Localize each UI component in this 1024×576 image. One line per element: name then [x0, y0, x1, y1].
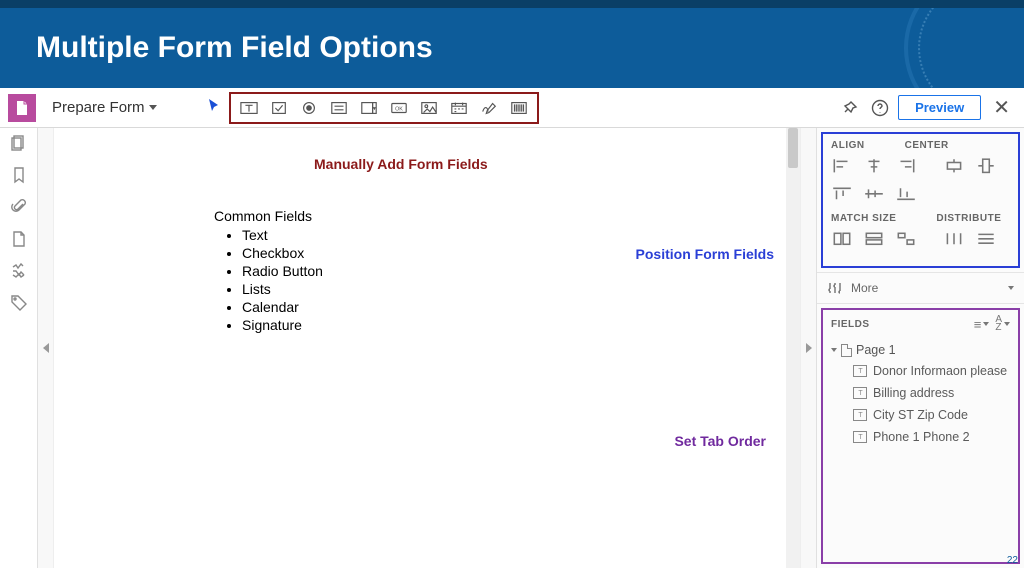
align-bottom-icon[interactable]	[895, 185, 917, 203]
doc-item: Lists	[242, 280, 323, 298]
doc-item: Text	[242, 226, 323, 244]
checkbox-tool[interactable]	[265, 96, 293, 120]
thumbnails-icon[interactable]	[10, 134, 28, 152]
text-field-tool[interactable]	[235, 96, 263, 120]
file-tab[interactable]	[8, 94, 36, 122]
attachment-icon[interactable]	[10, 198, 28, 216]
prepare-form-label: Prepare Form	[52, 99, 145, 116]
align-center-h-icon[interactable]	[863, 157, 885, 175]
help-icon[interactable]	[868, 96, 892, 120]
align-title: ALIGN	[831, 140, 865, 151]
barcode-tool[interactable]	[505, 96, 533, 120]
text-field-glyph-icon: T	[853, 365, 867, 377]
chevron-right-icon	[806, 343, 812, 353]
field-tools-group: OK	[229, 92, 539, 124]
document-canvas[interactable]: Manually Add Form Fields Position Form F…	[54, 128, 786, 568]
page-glyph-icon	[841, 344, 852, 357]
align-left-icon[interactable]	[831, 157, 853, 175]
bookmark-icon[interactable]	[10, 166, 28, 184]
tree-field-row[interactable]: TPhone 1 Phone 2	[831, 426, 1014, 448]
sort-order-button[interactable]: ≡	[974, 317, 990, 332]
match-both-icon[interactable]	[895, 230, 917, 248]
seal-decoration	[904, 8, 1024, 88]
image-field-tool[interactable]	[415, 96, 443, 120]
collapse-icon	[831, 348, 837, 352]
dropdown-tool[interactable]	[355, 96, 383, 120]
toolbar: Prepare Form OK Preview ✕	[0, 88, 1024, 128]
align-top-icon[interactable]	[831, 185, 853, 203]
align-section: ALIGN CENTER MATCH SIZE	[821, 132, 1020, 268]
center-v-icon[interactable]	[975, 157, 997, 175]
prepare-form-dropdown[interactable]: Prepare Form	[42, 99, 167, 116]
fields-tree: Page 1 TDonor Informaon please TBilling …	[823, 338, 1018, 454]
annotation-manual-add: Manually Add Form Fields	[314, 156, 488, 172]
gutter-left[interactable]	[38, 128, 54, 568]
slide-header: Multiple Form Field Options	[0, 8, 1024, 88]
text-field-glyph-icon: T	[853, 387, 867, 399]
align-right-icon[interactable]	[895, 157, 917, 175]
text-field-glyph-icon: T	[853, 431, 867, 443]
align-middle-icon[interactable]	[863, 185, 885, 203]
distribute-v-icon[interactable]	[975, 230, 997, 248]
annotation-tab-order: Set Tab Order	[674, 433, 766, 449]
page-number: 22	[1007, 555, 1018, 566]
doc-text: Common Fields Text Checkbox Radio Button…	[214, 208, 323, 334]
close-panel-button[interactable]: ✕	[987, 95, 1016, 120]
match-size-title: MATCH SIZE	[831, 213, 896, 224]
fields-section: FIELDS ≡ AZ Page 1 TDonor Informaon plea…	[821, 308, 1020, 564]
page-icon[interactable]	[10, 230, 28, 248]
text-field-glyph-icon: T	[853, 409, 867, 421]
slide-title: Multiple Form Field Options	[36, 31, 433, 65]
doc-item: Calendar	[242, 298, 323, 316]
canvas-area: Manually Add Form Fields Position Form F…	[38, 128, 816, 568]
svg-text:OK: OK	[395, 106, 403, 112]
tag-icon[interactable]	[10, 294, 28, 312]
tools-icon	[827, 281, 843, 295]
page-label: Page 1	[856, 343, 896, 357]
scroll-thumb[interactable]	[788, 128, 798, 168]
chevron-down-icon	[1008, 286, 1014, 290]
annotation-position: Position Form Fields	[636, 246, 774, 262]
center-h-icon[interactable]	[943, 157, 965, 175]
signature-tool[interactable]	[475, 96, 503, 120]
accessibility-icon[interactable]	[10, 262, 28, 280]
caret-down-icon	[149, 105, 157, 110]
tree-page-row[interactable]: Page 1	[831, 340, 1014, 360]
distribute-title: DISTRIBUTE	[936, 213, 1001, 224]
doc-item: Signature	[242, 316, 323, 334]
list-tool[interactable]	[325, 96, 353, 120]
chevron-left-icon	[43, 343, 49, 353]
doc-heading: Common Fields	[214, 208, 323, 224]
tree-field-row[interactable]: TDonor Informaon please	[831, 360, 1014, 382]
scrollbar[interactable]	[786, 128, 800, 568]
left-rail	[0, 128, 38, 568]
doc-item: Checkbox	[242, 244, 323, 262]
doc-item: Radio Button	[242, 262, 323, 280]
match-height-icon[interactable]	[863, 230, 885, 248]
gutter-right[interactable]	[800, 128, 816, 568]
more-label: More	[851, 281, 878, 295]
sort-az-button[interactable]: AZ	[995, 316, 1010, 332]
button-tool[interactable]: OK	[385, 96, 413, 120]
right-panel: ALIGN CENTER MATCH SIZE	[816, 128, 1024, 568]
fields-title: FIELDS	[831, 319, 968, 330]
tree-field-row[interactable]: TCity ST Zip Code	[831, 404, 1014, 426]
match-width-icon[interactable]	[831, 230, 853, 248]
radio-tool[interactable]	[295, 96, 323, 120]
distribute-h-icon[interactable]	[943, 230, 965, 248]
pin-icon[interactable]	[838, 96, 862, 120]
more-dropdown[interactable]: More	[817, 272, 1024, 304]
date-field-tool[interactable]	[445, 96, 473, 120]
preview-button[interactable]: Preview	[898, 95, 981, 120]
app-window: Prepare Form OK Preview ✕	[0, 88, 1024, 568]
center-title: CENTER	[905, 140, 949, 151]
tree-field-row[interactable]: TBilling address	[831, 382, 1014, 404]
pointer-tool[interactable]	[207, 98, 223, 117]
